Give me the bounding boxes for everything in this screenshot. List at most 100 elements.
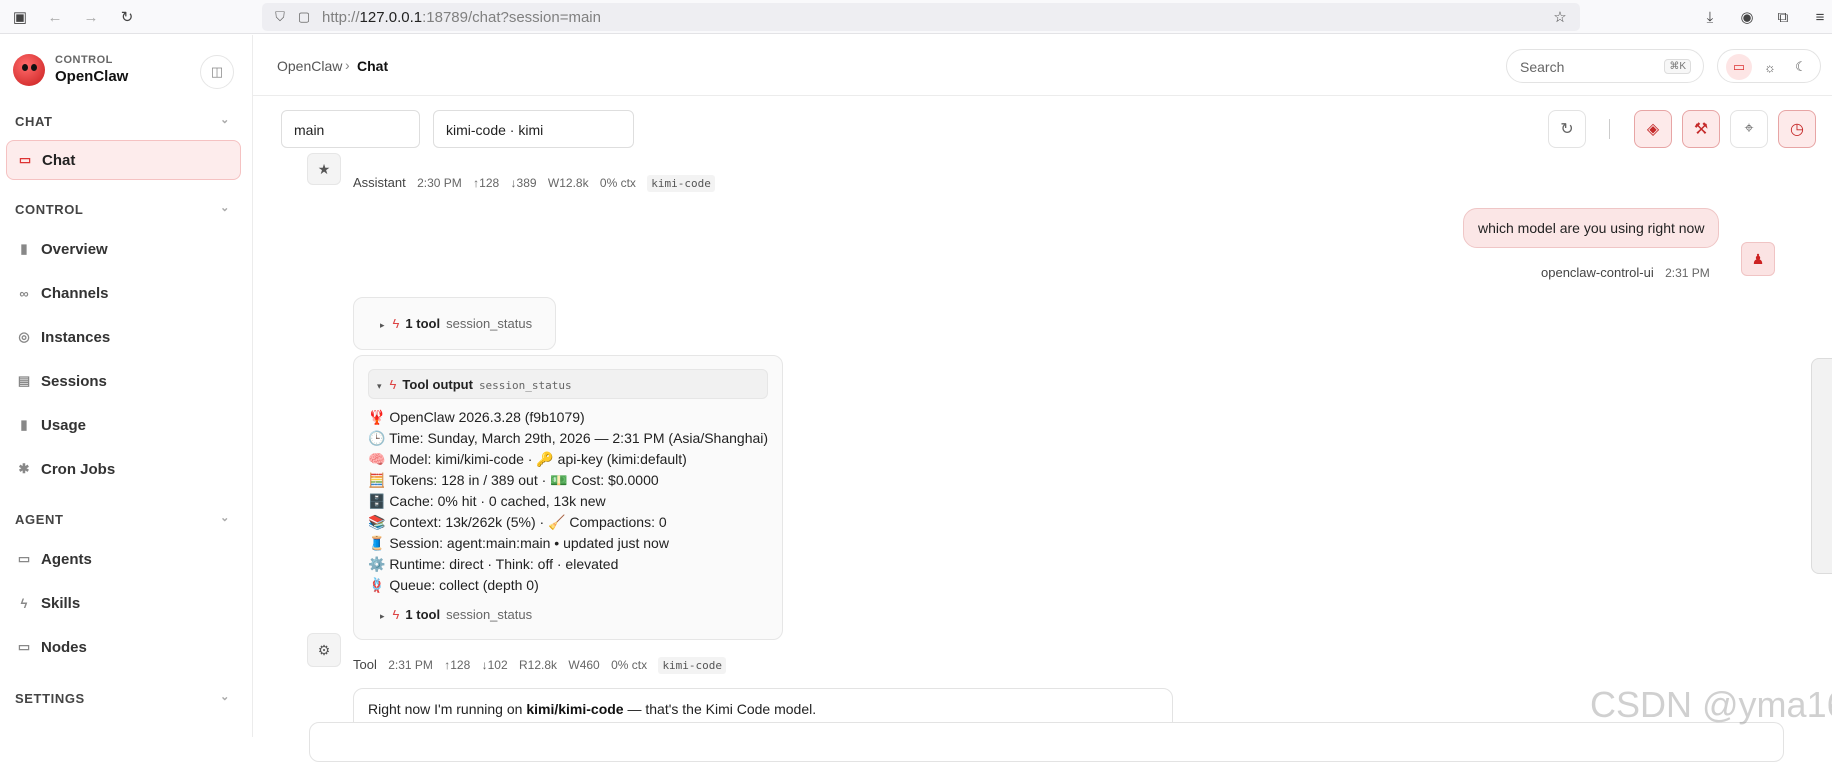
address-bar[interactable]: ⛉ ▢ http://127.0.0.1:18789/chat?session=… — [262, 3, 1580, 31]
light-theme-icon[interactable]: ☼ — [1757, 54, 1783, 80]
monitor-icon: ▭ — [17, 639, 31, 654]
back-icon[interactable]: ← — [45, 7, 65, 27]
sidebar-item-cron-jobs[interactable]: ✱ Cron Jobs — [6, 449, 241, 489]
brand-eyebrow: CONTROL — [55, 54, 113, 66]
tool-output-line: 🗄️ Cache: 0% hit · 0 cached, 13k new — [368, 493, 606, 509]
section-chat[interactable]: CHAT ⌄ — [15, 114, 230, 129]
link-icon: ∞ — [19, 285, 29, 301]
model-select[interactable]: kimi-code · kimi — [433, 110, 634, 148]
sidebar-item-chat[interactable]: ▭ Chat — [6, 140, 241, 180]
message-composer[interactable] — [309, 722, 1784, 762]
floating-side-widget[interactable] — [1811, 358, 1832, 574]
tool-output-line: 🪢 Queue: collect (depth 0) — [368, 577, 539, 593]
chevron-down-icon: ⌄ — [220, 512, 230, 524]
brain-icon: ◈ — [1646, 121, 1660, 138]
bar-chart-icon: ▮ — [20, 417, 28, 432]
user-meta: openclaw-control-ui 2:31 PM — [1541, 265, 1710, 280]
collapse-icon: ◫ — [210, 64, 224, 79]
tool-meta: Tool 2:31 PM ↑128 ↓102 R12.8k W460 0% ct… — [353, 657, 727, 674]
lightning-icon: ϟ — [392, 316, 400, 331]
search-placeholder: Search — [1520, 59, 1565, 75]
system-theme-icon[interactable]: ▭ — [1726, 54, 1752, 80]
search-shortcut: ⌘K — [1664, 59, 1691, 74]
assistant-meta: Assistant 2:30 PM ↑128 ↓389 W12.8k 0% ct… — [353, 175, 715, 192]
sidebar: CONTROL OpenClaw ◫ CHAT ⌄ ▭ Chat CONTROL ⌄ … — [0, 35, 253, 737]
breadcrumb-root[interactable]: OpenClaw — [277, 58, 342, 74]
browser-toolbar: ▣ ← → ↻ ⛉ ▢ http://127.0.0.1:18789/chat?… — [0, 0, 1832, 34]
dark-theme-icon[interactable]: ☾ — [1788, 54, 1814, 80]
section-control[interactable]: CONTROL ⌄ — [15, 202, 230, 217]
url-text: http://127.0.0.1:18789/chat?session=main — [322, 9, 601, 26]
broadcast-icon: ◎ — [18, 329, 30, 344]
star-icon: ★ — [317, 160, 331, 177]
shield-icon[interactable]: ⛉ — [270, 7, 290, 27]
document-icon: ▤ — [17, 373, 31, 388]
focus-button[interactable]: ⌖ — [1730, 110, 1768, 148]
tool-output-card: ▾ ϟ Tool output session_status 🦞 OpenClaw 2… — [353, 355, 783, 640]
clock-icon: ◷ — [1790, 121, 1804, 138]
wrench-icon: ⚒ — [1693, 121, 1709, 138]
refresh-icon: ↻ — [1560, 121, 1574, 138]
user-icon: ♟ — [1751, 250, 1765, 267]
tool-output-line: 🧮 Tokens: 128 in / 389 out · 💵 Cost: $0.… — [368, 472, 659, 488]
breadcrumb-separator: › — [345, 57, 350, 73]
tool-output-line: 🧵 Session: agent:main:main • updated jus… — [368, 535, 669, 551]
tools-toggle[interactable]: ⚒ — [1682, 110, 1720, 148]
chevron-down-icon: ⌄ — [220, 691, 230, 703]
downloads-icon[interactable]: ⤓ — [1700, 7, 1720, 27]
tool-summary-card[interactable]: ▸ ϟ 1 tool session_status — [353, 297, 556, 350]
tool-avatar: ⚙ — [307, 633, 341, 667]
extensions-icon[interactable]: ⧉ — [1773, 7, 1793, 27]
refresh-button[interactable]: ↻ — [1548, 110, 1586, 148]
lightning-icon: ϟ — [389, 377, 397, 392]
user-avatar: ♟ — [1741, 242, 1775, 276]
collapse-triangle-icon: ▾ — [377, 381, 382, 391]
sidebar-item-nodes[interactable]: ▭ Nodes — [6, 627, 241, 667]
sidebar-item-sessions[interactable]: ▤ Sessions — [6, 361, 241, 401]
tool-output-line: 🦞 OpenClaw 2026.3.28 (f9b1079) — [368, 409, 585, 425]
lightning-icon: ϟ — [392, 607, 400, 622]
thinking-toggle[interactable]: ◈ — [1634, 110, 1672, 148]
sidebar-item-overview[interactable]: ▮ Overview — [6, 229, 241, 269]
theme-switcher: ▭ ☼ ☾ — [1717, 49, 1821, 83]
search-input[interactable]: Search ⌘K — [1506, 49, 1704, 83]
user-message-bubble: which model are you using right now — [1463, 208, 1720, 248]
tool-summary-line[interactable]: ▸ ϟ 1 tool session_status — [380, 316, 532, 331]
loader-icon: ✱ — [18, 461, 30, 476]
chevron-down-icon: ⌄ — [220, 202, 230, 214]
tool-output-line: ⚙️ Runtime: direct · Think: off · elevat… — [368, 556, 619, 572]
reload-icon[interactable]: ↻ — [117, 7, 137, 27]
history-toggle[interactable]: ◷ — [1778, 110, 1816, 148]
focus-icon: ⌖ — [1744, 120, 1754, 137]
bar-chart-icon: ▮ — [20, 241, 28, 256]
chat-bubble-icon: ▭ — [18, 152, 32, 167]
sidebar-toggle-icon[interactable]: ▣ — [10, 7, 30, 27]
account-icon[interactable]: ◉ — [1737, 7, 1757, 27]
menu-icon[interactable]: ≡ — [1810, 7, 1830, 27]
breadcrumb-current: Chat — [357, 58, 389, 74]
sidebar-item-instances[interactable]: ◎ Instances — [6, 317, 241, 357]
collapse-sidebar-button[interactable]: ◫ — [200, 55, 234, 89]
section-agent[interactable]: AGENT ⌄ — [15, 512, 230, 527]
assistant-reply-text: Right now I'm running on kimi/kimi-code … — [368, 701, 817, 717]
expand-triangle-icon: ▸ — [380, 611, 385, 621]
lightning-icon: ϟ — [20, 595, 28, 611]
page-info-icon[interactable]: ▢ — [294, 7, 314, 27]
tool-output-line: 📚 Context: 13k/262k (5%) · 🧹 Compactions… — [368, 514, 667, 530]
session-select[interactable]: main — [281, 110, 420, 148]
forward-icon[interactable]: → — [81, 7, 101, 27]
topbar: OpenClaw › Chat Search ⌘K ▭ ☼ ☾ — [253, 35, 1832, 96]
expand-triangle-icon: ▸ — [380, 320, 385, 330]
assistant-avatar: ★ — [307, 153, 341, 185]
tool-output-header[interactable]: ▾ ϟ Tool output session_status — [368, 369, 768, 399]
watermark: CSDN @yma16 — [1590, 684, 1832, 725]
tool-summary-line[interactable]: ▸ ϟ 1 tool session_status — [380, 607, 532, 622]
sidebar-item-skills[interactable]: ϟ Skills — [6, 583, 241, 623]
chevron-down-icon: ⌄ — [220, 114, 230, 126]
section-settings[interactable]: SETTINGS ⌄ — [15, 691, 230, 706]
bookmark-star-icon[interactable]: ☆ — [1550, 7, 1570, 27]
sidebar-item-channels[interactable]: ∞ Channels — [6, 273, 241, 313]
tool-output-line: 🕒 Time: Sunday, March 29th, 2026 — 2:31 … — [368, 430, 769, 446]
sidebar-item-usage[interactable]: ▮ Usage — [6, 405, 241, 445]
sidebar-item-agents[interactable]: ▭ Agents — [6, 539, 241, 579]
